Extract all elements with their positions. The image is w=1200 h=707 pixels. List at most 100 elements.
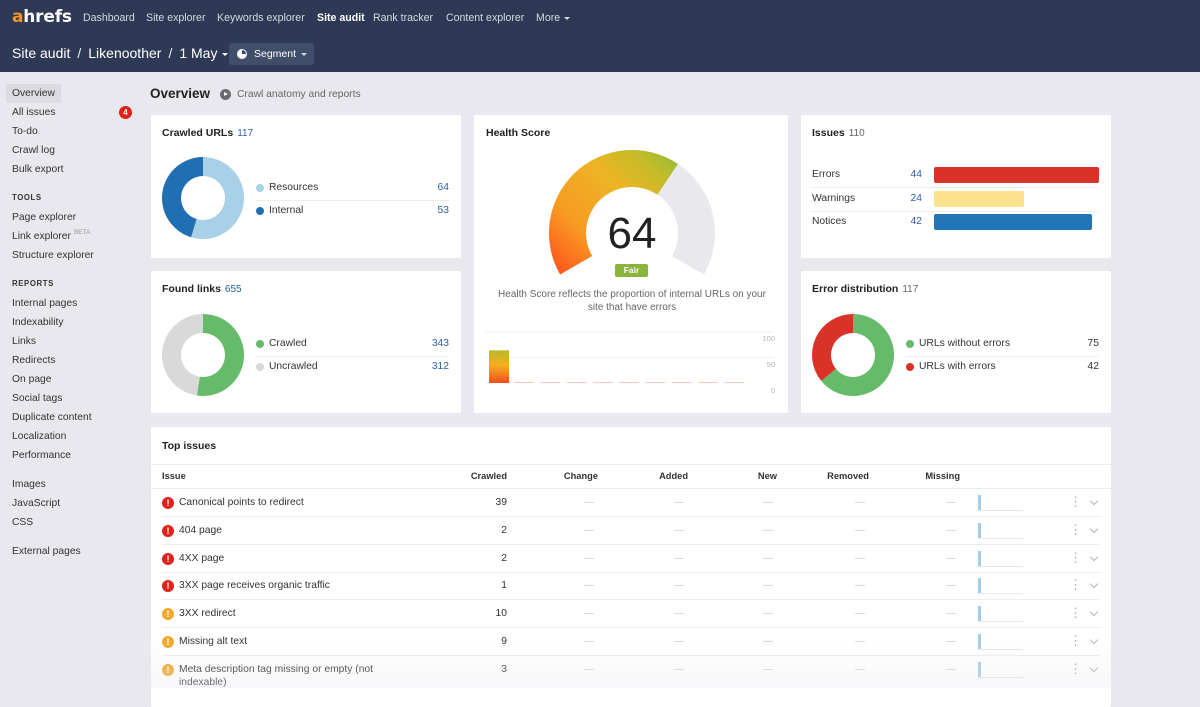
- legend-value[interactable]: 343: [432, 334, 449, 354]
- sidebar-item-internal-pages[interactable]: Internal pages: [0, 294, 140, 313]
- breadcrumb-date-dropdown[interactable]: 1 May: [179, 45, 229, 61]
- segment-button[interactable]: Segment: [229, 43, 314, 65]
- chevron-down-icon[interactable]: [1089, 663, 1099, 673]
- legend-row-internal[interactable]: Internal 53: [256, 201, 449, 221]
- nav-site-explorer[interactable]: Site explorer: [146, 11, 205, 25]
- nav-site-audit[interactable]: Site audit: [317, 11, 365, 25]
- notices-bar[interactable]: [934, 214, 1092, 230]
- table-row[interactable]: ! 404 page 2 — — — — — ⋮: [151, 517, 1111, 545]
- legend-value[interactable]: 42: [1088, 357, 1099, 377]
- sidebar-item-indexability[interactable]: Indexability: [0, 313, 140, 332]
- sidebar-item-link-explorer[interactable]: Link explorer BETA: [0, 227, 140, 246]
- issue-name[interactable]: Missing alt text: [179, 635, 394, 648]
- column-header-new[interactable]: New: [697, 470, 777, 482]
- crawled-count[interactable]: 3: [427, 663, 507, 676]
- more-options-icon[interactable]: ⋮: [1069, 522, 1082, 537]
- column-header-crawled[interactable]: Crawled: [427, 470, 507, 482]
- chevron-down-icon[interactable]: [1089, 552, 1099, 561]
- donut-slice-crawled[interactable]: [196, 314, 245, 396]
- sidebar-item-css[interactable]: CSS: [0, 513, 140, 532]
- chevron-down-icon[interactable]: [1089, 607, 1099, 617]
- chevron-down-icon[interactable]: [1089, 580, 1099, 589]
- legend-row-uncrawled[interactable]: Uncrawled 312: [256, 357, 449, 377]
- legend-value[interactable]: 312: [432, 357, 449, 377]
- play-icon[interactable]: [220, 89, 231, 100]
- table-row[interactable]: ! Meta description tag missing or empty (…: [151, 656, 1111, 688]
- issues-row-errors[interactable]: Errors 44: [812, 165, 1099, 185]
- chevron-down-icon[interactable]: [1089, 496, 1099, 506]
- legend-row-without-errors[interactable]: URLs without errors 75: [906, 334, 1099, 354]
- sidebar-item-structure-explorer[interactable]: Structure explorer: [0, 246, 140, 265]
- sidebar-item-localization[interactable]: Localization: [0, 427, 140, 446]
- sidebar-item-overview[interactable]: Overview: [0, 84, 140, 103]
- breadcrumb-section[interactable]: Site audit: [12, 45, 70, 61]
- crawled-count[interactable]: 2: [427, 524, 507, 537]
- more-options-icon[interactable]: ⋮: [1069, 661, 1082, 676]
- sidebar-item-social-tags[interactable]: Social tags: [0, 389, 140, 408]
- sidebar-item-links[interactable]: Links: [0, 332, 140, 351]
- legend-value[interactable]: 75: [1088, 334, 1099, 354]
- more-options-icon[interactable]: ⋮: [1069, 495, 1082, 509]
- legend-row-with-errors[interactable]: URLs with errors 42: [906, 357, 1099, 377]
- warnings-bar[interactable]: [934, 191, 1024, 207]
- more-options-icon[interactable]: ⋮: [1069, 550, 1082, 565]
- crawled-count[interactable]: 2: [427, 552, 507, 565]
- donut-slice-urls-with-errors[interactable]: [812, 314, 853, 381]
- sidebar-item-images[interactable]: Images: [0, 475, 140, 494]
- ahrefs-logo[interactable]: ahrefs: [12, 5, 72, 29]
- column-header-missing[interactable]: Missing: [880, 470, 960, 482]
- crawled-count[interactable]: 39: [427, 496, 507, 509]
- sidebar-item-duplicate-content[interactable]: Duplicate content: [0, 408, 140, 427]
- nav-more[interactable]: More: [536, 11, 571, 25]
- issue-type-count[interactable]: 24: [872, 189, 922, 209]
- sidebar-item-bulk-export[interactable]: Bulk export: [0, 160, 140, 179]
- column-header-removed[interactable]: Removed: [789, 470, 869, 482]
- column-header-added[interactable]: Added: [608, 470, 688, 482]
- sidebar-item-all-issues[interactable]: All issues 4: [0, 103, 140, 122]
- chevron-down-icon[interactable]: [1089, 635, 1099, 645]
- table-row[interactable]: ! Missing alt text 9 — — — — — ⋮: [151, 628, 1111, 656]
- nav-rank-tracker[interactable]: Rank tracker: [373, 11, 433, 25]
- issue-name[interactable]: 4XX page: [179, 552, 394, 565]
- sidebar-item-javascript[interactable]: JavaScript: [0, 494, 140, 513]
- more-options-icon[interactable]: ⋮: [1069, 578, 1082, 592]
- nav-dashboard[interactable]: Dashboard: [83, 11, 135, 25]
- issue-type-count[interactable]: 44: [872, 165, 922, 185]
- nav-keywords-explorer[interactable]: Keywords explorer: [217, 11, 305, 25]
- table-row[interactable]: ! 3XX page receives organic traffic 1 — — — — —…: [151, 572, 1111, 601]
- table-row[interactable]: ! 4XX page 2 — — — — — ⋮: [151, 545, 1111, 573]
- issue-name[interactable]: Canonical points to redirect: [179, 496, 394, 509]
- issue-name[interactable]: 3XX page receives organic traffic: [179, 579, 394, 592]
- column-header-change[interactable]: Change: [518, 470, 598, 482]
- table-row[interactable]: ! Canonical points to redirect 39 — — — — — ⋮: [151, 489, 1111, 517]
- sidebar-item-crawl-log[interactable]: Crawl log: [0, 141, 140, 160]
- column-header-issue[interactable]: Issue: [162, 470, 186, 482]
- table-row[interactable]: ! 3XX redirect 10 — — — — — ⋮: [151, 600, 1111, 629]
- history-bar[interactable]: [489, 350, 509, 383]
- legend-row-resources[interactable]: Resources 64: [256, 178, 449, 198]
- legend-value[interactable]: 64: [438, 178, 449, 198]
- more-options-icon[interactable]: ⋮: [1069, 634, 1082, 648]
- nav-content-explorer[interactable]: Content explorer: [446, 11, 524, 25]
- sidebar-item-to-do[interactable]: To-do: [0, 122, 140, 141]
- issues-row-notices[interactable]: Notices 42: [812, 212, 1099, 232]
- issue-name[interactable]: 3XX redirect: [179, 607, 394, 620]
- sidebar-item-redirects[interactable]: Redirects: [0, 351, 140, 370]
- crawl-anatomy-link[interactable]: Crawl anatomy and reports: [237, 88, 361, 101]
- more-options-icon[interactable]: ⋮: [1069, 606, 1082, 620]
- crawled-count[interactable]: 9: [427, 635, 507, 648]
- crawled-count[interactable]: 1: [427, 579, 507, 592]
- breadcrumb-project[interactable]: Likenoother: [88, 45, 161, 61]
- issue-name[interactable]: Meta description tag missing or empty (n…: [179, 663, 394, 689]
- issues-row-warnings[interactable]: Warnings 24: [812, 189, 1099, 209]
- legend-row-crawled[interactable]: Crawled 343: [256, 334, 449, 354]
- issue-name[interactable]: 404 page: [179, 524, 394, 537]
- donut-slice-uncrawled[interactable]: [162, 314, 203, 396]
- sidebar-item-page-explorer[interactable]: Page explorer: [0, 208, 140, 227]
- chevron-down-icon[interactable]: [1089, 524, 1099, 534]
- sidebar-item-external-pages[interactable]: External pages: [0, 542, 140, 561]
- errors-bar[interactable]: [934, 167, 1099, 183]
- sidebar-item-on-page[interactable]: On page: [0, 370, 140, 389]
- crawled-count[interactable]: 10: [427, 607, 507, 620]
- legend-value[interactable]: 53: [438, 201, 449, 221]
